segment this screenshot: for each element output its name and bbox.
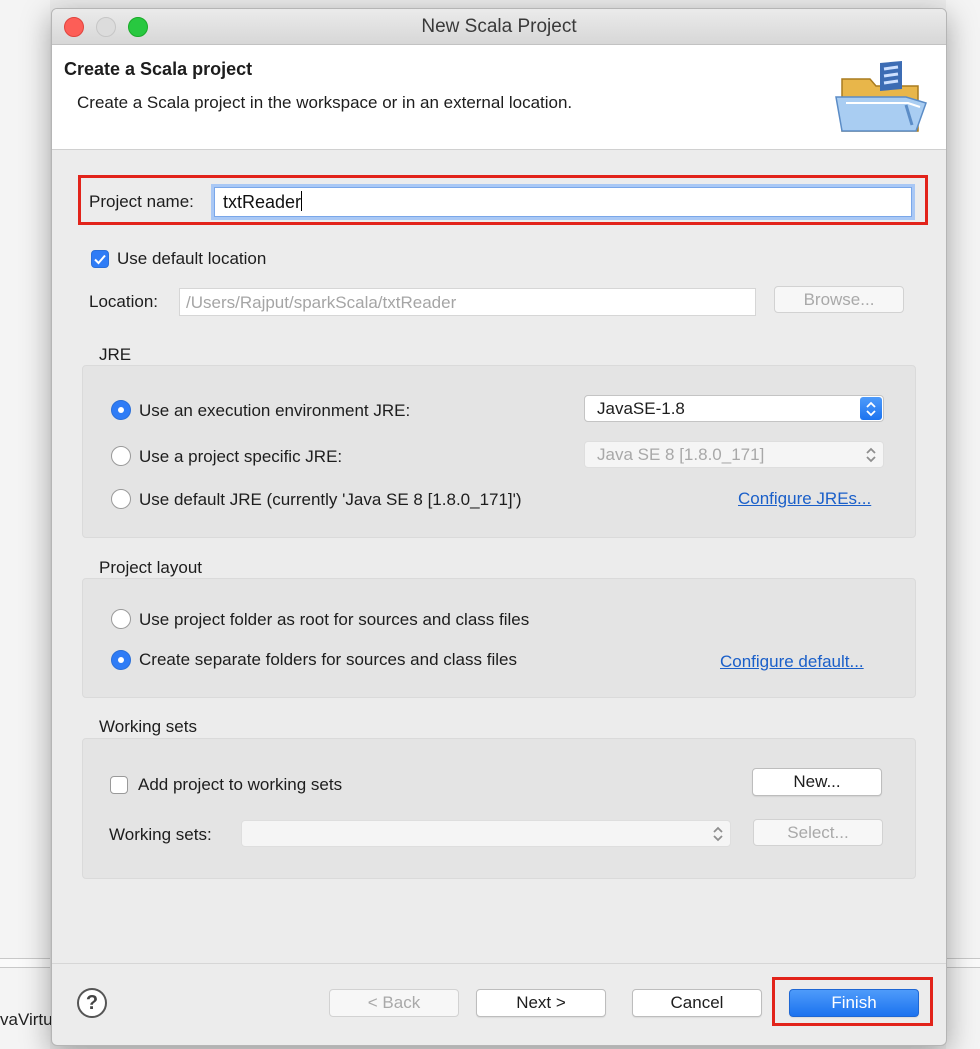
working-sets-select[interactable] (241, 820, 731, 847)
wizard-header: Create a Scala project Create a Scala pr… (52, 45, 946, 150)
background-divider-right (946, 958, 980, 968)
jre-group-title: JRE (99, 345, 132, 364)
background-window-left (0, 0, 50, 1049)
configure-default-link[interactable]: Configure default... (720, 652, 864, 672)
working-sets-label: Working sets: (109, 825, 212, 844)
location-input[interactable]: /Users/Rajput/sparkScala/txtReader (179, 288, 756, 316)
add-to-working-sets-checkbox[interactable] (110, 776, 128, 794)
wizard-description: Create a Scala project in the workspace … (77, 93, 573, 112)
layout-project-root-label: Use project folder as root for sources a… (139, 610, 530, 629)
jre-execution-env-radio[interactable] (111, 400, 131, 420)
jre-default-radio[interactable] (111, 489, 131, 509)
execution-environment-value: JavaSE-1.8 (597, 399, 685, 418)
jre-project-specific-label: Use a project specific JRE: (139, 447, 343, 466)
project-specific-jre-value: Java SE 8 [1.8.0_171] (597, 445, 765, 464)
select-arrows-icon (860, 443, 882, 466)
finish-button[interactable]: Finish (789, 989, 919, 1017)
wizard-title: Create a Scala project (64, 59, 253, 79)
back-button[interactable]: < Back (329, 989, 459, 1017)
configure-jres-link[interactable]: Configure JREs... (738, 489, 871, 509)
next-button[interactable]: Next > (476, 989, 606, 1017)
add-to-working-sets-label: Add project to working sets (138, 775, 343, 794)
location-label: Location: (89, 292, 158, 311)
layout-separate-folders-radio[interactable] (111, 650, 131, 670)
working-sets-group-title: Working sets (99, 717, 197, 736)
execution-environment-select[interactable]: JavaSE-1.8 (584, 395, 884, 422)
jre-project-specific-radio[interactable] (111, 446, 131, 466)
footer-divider (52, 963, 946, 964)
scala-folder-icon (835, 61, 927, 132)
layout-separate-folders-label: Create separate folders for sources and … (139, 650, 517, 669)
layout-project-root-radio[interactable] (111, 609, 131, 629)
project-specific-jre-select[interactable]: Java SE 8 [1.8.0_171] (584, 441, 884, 468)
text-caret (301, 191, 303, 211)
use-default-location-checkbox[interactable] (91, 250, 109, 268)
window-title: New Scala Project (421, 16, 577, 37)
background-divider (0, 958, 50, 968)
new-working-set-button[interactable]: New... (752, 768, 882, 796)
select-working-sets-button[interactable]: Select... (753, 819, 883, 846)
title-bar: New Scala Project (52, 9, 946, 45)
cancel-button[interactable]: Cancel (632, 989, 762, 1017)
use-default-location-label: Use default location (117, 249, 267, 268)
jre-default-label: Use default JRE (currently 'Java SE 8 [1… (139, 490, 522, 509)
project-name-value: txtReader (223, 192, 302, 212)
background-partial-text: vaVirtu (0, 1010, 53, 1029)
project-layout-group-title: Project layout (99, 558, 202, 577)
background-window-right (946, 0, 980, 1049)
checkmark-icon (94, 254, 106, 265)
project-layout-group (82, 578, 916, 698)
jre-execution-env-label: Use an execution environment JRE: (139, 401, 411, 420)
browse-button[interactable]: Browse... (774, 286, 904, 313)
new-scala-project-dialog: New Scala Project Create a Scala project… (51, 8, 947, 1046)
project-name-input[interactable]: txtReader (214, 187, 912, 217)
select-arrows-icon (860, 397, 882, 420)
project-name-label: Project name: (89, 192, 194, 211)
help-icon[interactable]: ? (77, 988, 107, 1018)
select-arrows-icon (707, 822, 729, 845)
working-sets-group (82, 738, 916, 879)
